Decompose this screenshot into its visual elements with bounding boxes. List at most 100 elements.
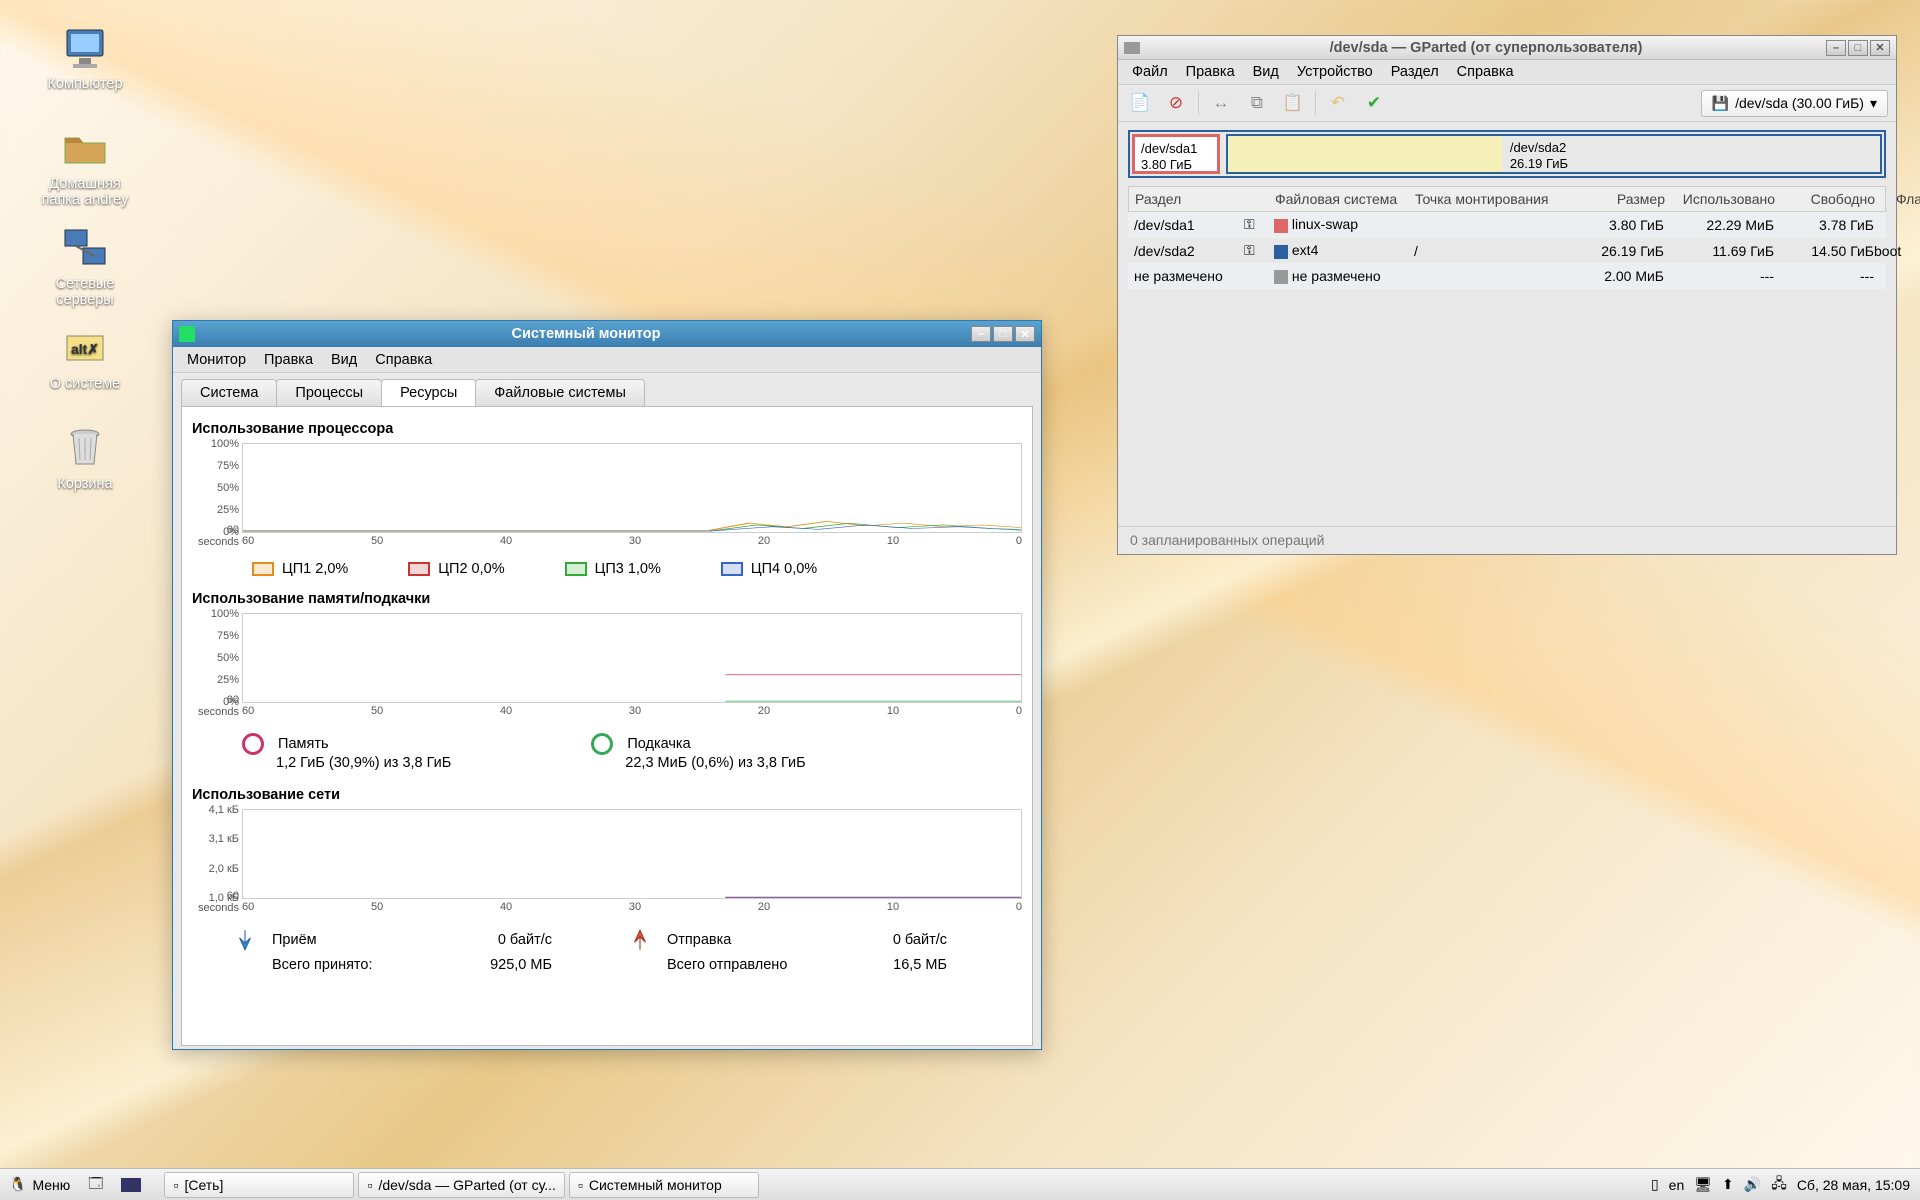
partition-bar[interactable]: /dev/sda1 3.80 ГиБ /dev/sda2 26.19 ГиБ [1128,130,1886,178]
upload-icon [627,927,653,953]
taskbar-task[interactable]: ▫[Сеть] [164,1172,354,1198]
gparted-titlebar[interactable]: /dev/sda — GParted (от суперпользователя… [1118,36,1896,60]
apply-button[interactable]: ✔ [1360,89,1388,117]
updates-icon[interactable]: ⬆ [1722,1176,1734,1193]
cpu-legend-ЦП1: ЦП1 2,0% [252,561,348,577]
menu-Правка[interactable]: Правка [256,349,321,371]
resize-button[interactable]: ↔ [1207,89,1235,117]
clock[interactable]: Сб, 28 мая, 15:09 [1797,1177,1910,1193]
desktop-icon-folder[interactable]: Домашняя папка andrey [30,124,140,208]
cpu-chart: 100%75%50%25%0% 60 seconds [242,443,1022,533]
cpu-header: Использование процессора [192,421,1022,437]
partition-row[interactable]: /dev/sda2⚿ ext4/26.19 ГиБ11.69 ГиБ14.50 … [1128,238,1886,264]
menu-icon: 🐧 [9,1176,26,1193]
net-recv: Приём 0 байт/с Всего принято: 925,0 МБ [232,927,627,973]
start-menu-button[interactable]: 🐧 Меню [0,1172,79,1198]
trash-icon [53,424,117,472]
partition-row[interactable]: /dev/sda1⚿ linux-swap3.80 ГиБ22.29 МиБ3.… [1128,212,1886,238]
tab-Процессы[interactable]: Процессы [276,379,382,406]
svg-text:alt✗: alt✗ [71,341,99,357]
taskbar-task[interactable]: ▫/dev/sda — GParted (от су... [358,1172,564,1198]
window-icon: ▫ [578,1177,583,1193]
net-chart: 4,1 кБ3,1 кБ2,0 кБ1,0 кБ 60 seconds [242,809,1022,899]
workspace-icon [121,1178,141,1192]
swap-dot-icon [591,733,613,755]
desktop-icon-netserver[interactable]: Сетевые серверы [30,224,140,308]
maximize-button[interactable]: □ [1848,40,1868,56]
minimize-button[interactable]: – [971,326,991,342]
desktop-icon-about[interactable]: alt✗О системе [30,324,140,392]
window-icon: ▫ [173,1177,178,1193]
folder-icon [53,124,117,172]
desktop-icon: 🗔 [88,1173,103,1197]
volume-icon[interactable]: 🔊 [1744,1176,1761,1193]
net-header: Использование сети [192,787,1022,803]
sysmon-title: Системный монитор [201,326,971,342]
gparted-menubar: ФайлПравкаВидУстройствоРазделСправка [1118,60,1896,84]
sysmon-body: Использование процессора 100%75%50%25%0%… [181,406,1033,1046]
display-icon[interactable]: 🖥 [1694,1176,1712,1193]
menu-Справка[interactable]: Справка [367,349,440,371]
about-icon: alt✗ [53,324,117,372]
menu-Справка[interactable]: Справка [1449,62,1522,82]
window-icon: ▫ [367,1177,372,1193]
close-button[interactable]: ✕ [1870,40,1890,56]
computer-icon [53,24,117,72]
menu-Раздел[interactable]: Раздел [1383,62,1447,82]
language-indicator[interactable]: en [1669,1177,1685,1193]
tab-Ресурсы[interactable]: Ресурсы [381,379,476,406]
system-monitor-window: Системный монитор – □ ✕ МониторПравкаВид… [172,320,1042,1050]
system-tray: ▯ en 🖥 ⬆ 🔊 🖧 Сб, 28 мая, 15:09 [1641,1173,1920,1197]
gparted-app-icon [1124,42,1140,54]
cpu-legend-ЦП4: ЦП4 0,0% [721,561,817,577]
new-partition-button[interactable]: 📄 [1126,89,1154,117]
menu-Устройство[interactable]: Устройство [1289,62,1381,82]
maximize-button[interactable]: □ [993,326,1013,342]
taskbar-task[interactable]: ▫Системный монитор [569,1172,759,1198]
swap-legend: Подкачка 22,3 МиБ (0,6%) из 3,8 ГиБ [591,733,805,771]
paste-button[interactable]: 📋 [1279,89,1307,117]
mem-header: Использование памяти/подкачки [192,591,1022,607]
memory-legend: Память 1,2 ГиБ (30,9%) из 3,8 ГиБ [242,733,451,771]
net-send: Отправка 0 байт/с Всего отправлено 16,5 … [627,927,1022,973]
sysmon-app-icon [179,326,195,342]
desktop-icon-computer[interactable]: Компьютер [30,24,140,92]
partition-sda2[interactable]: /dev/sda2 26.19 ГиБ [1226,134,1882,174]
cpu-legend-ЦП2: ЦП2 0,0% [408,561,504,577]
copy-button[interactable]: ⧉ [1243,89,1271,117]
menu-Монитор[interactable]: Монитор [179,349,254,371]
desktop-icon-trash[interactable]: Корзина [30,424,140,492]
sysmon-menubar: МониторПравкаВидСправка [173,347,1041,373]
gparted-status: 0 запланированных операций [1118,526,1896,554]
delete-button[interactable]: ⊘ [1162,89,1190,117]
sysmon-titlebar[interactable]: Системный монитор – □ ✕ [173,321,1041,347]
network-tray-icon[interactable]: 🖧 [1771,1173,1787,1197]
gparted-window: /dev/sda — GParted (от суперпользователя… [1117,35,1897,555]
tab-Файловые системы[interactable]: Файловые системы [475,379,645,406]
sysmon-tabs: СистемаПроцессыРесурсыФайловые системы [173,373,1041,406]
menu-Вид[interactable]: Вид [1245,62,1287,82]
disk-selector[interactable]: 💾 /dev/sda (30.00 ГиБ) ▾ [1701,90,1888,117]
memory-dot-icon [242,733,264,755]
partition-row[interactable]: не размечено не размечено2.00 МиБ------ [1128,264,1886,289]
collapse-tray-icon[interactable]: ▯ [1651,1176,1659,1193]
menu-Правка[interactable]: Правка [1178,62,1243,82]
undo-button[interactable]: ↶ [1324,89,1352,117]
close-button[interactable]: ✕ [1015,326,1035,342]
download-icon [232,927,258,953]
disk-icon: 💾 [1712,95,1729,112]
gparted-toolbar: 📄 ⊘ ↔ ⧉ 📋 ↶ ✔ 💾 /dev/sda (30.00 ГиБ) ▾ [1118,84,1896,122]
tab-Система[interactable]: Система [181,379,277,406]
cpu-legend-ЦП3: ЦП3 1,0% [565,561,661,577]
minimize-button[interactable]: – [1826,40,1846,56]
partition-table: РазделФайловая системаТочка монтирования… [1128,186,1886,289]
mem-chart: 100%75%50%25%0% 60 seconds [242,613,1022,703]
menu-Файл[interactable]: Файл [1124,62,1176,82]
netserver-icon [53,224,117,272]
show-desktop-button[interactable]: 🗔 [79,1172,112,1198]
chevron-down-icon: ▾ [1870,95,1877,112]
menu-Вид[interactable]: Вид [323,349,365,371]
partition-sda1[interactable]: /dev/sda1 3.80 ГиБ [1132,134,1220,174]
taskbar: 🐧 Меню 🗔 ▫[Сеть]▫/dev/sda — GParted (от … [0,1168,1920,1200]
workspace-switcher[interactable] [112,1172,150,1198]
